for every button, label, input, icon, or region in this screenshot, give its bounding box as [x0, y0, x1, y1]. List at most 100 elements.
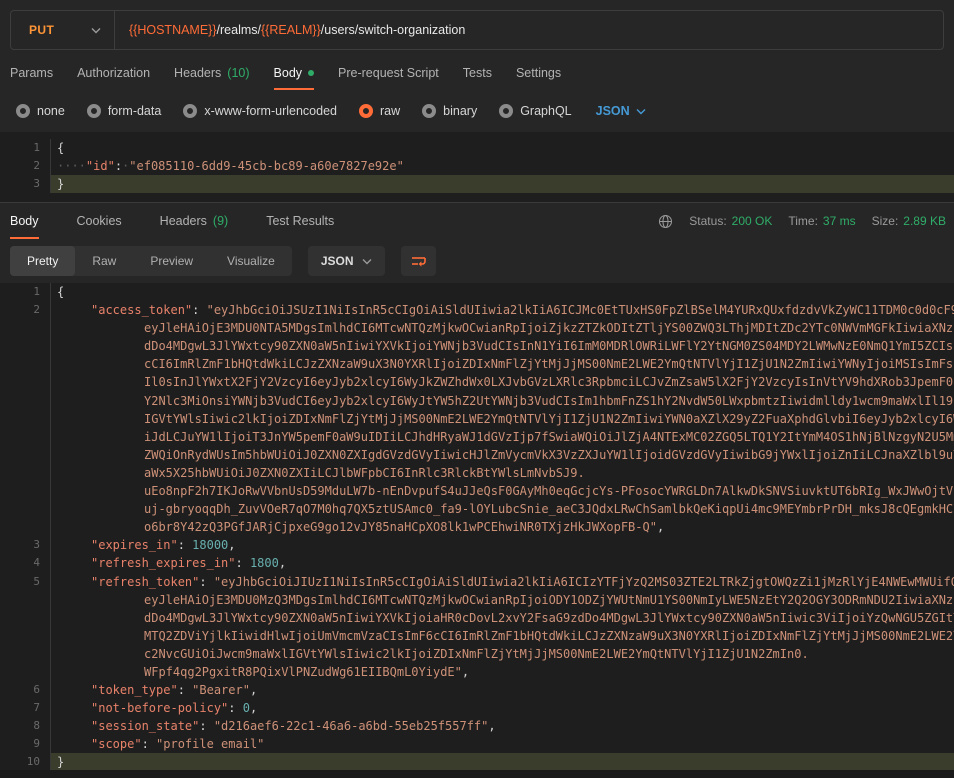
line-content: eyJleHAiOjE3MDU0MzQ3MDgsImlhdCI6MTcwNTQz… [50, 591, 954, 609]
response-tabs: Body Cookies Headers (9) Test Results [10, 203, 334, 239]
line-content: "session_state": "d216aef6-22c1-46a6-a6b… [50, 717, 954, 735]
code-line: ZWQiOnRydWUsIm5hbWUiOiJ0ZXN0ZXIgdGVzdGVy… [0, 446, 954, 464]
url-input[interactable]: {{HOSTNAME}}/realms/{{REALM}}/users/swit… [115, 23, 465, 37]
tab-label: Body [10, 214, 39, 228]
body-mode-label: GraphQL [520, 104, 571, 118]
response-tab-headers[interactable]: Headers (9) [160, 203, 229, 239]
body-mode-label: x-www-form-urlencoded [204, 104, 337, 118]
code-line: 5"refresh_token": "eyJhbGciOiJIUzI1NiIsI… [0, 573, 954, 591]
code-line: Il0sInJlYWxtX2FjY2VzcyI6eyJyb2xlcyI6WyJk… [0, 373, 954, 391]
tab-count: (10) [227, 66, 249, 80]
tab-label: Pre-request Script [338, 66, 439, 80]
body-mode-label: none [37, 104, 65, 118]
line-number [0, 500, 50, 518]
status-badge: Status: 200 OK [689, 214, 772, 228]
code-line: eyJleHAiOjE3MDU0NTA5MDgsImlhdCI6MTcwNTQz… [0, 319, 954, 337]
request-tabs: Params Authorization Headers(10) Body Pre-re… [10, 56, 561, 90]
code-line: uj-gbryoqqDh_ZuvVOeR7qO7M0hq7QX5ztUSAmc0… [0, 500, 954, 518]
body-mode-graphql[interactable]: GraphQL [499, 104, 571, 118]
size-badge: Size: 2.89 KB [872, 214, 946, 228]
tab-params[interactable]: Params [10, 56, 53, 90]
url-variable: {{REALM}} [261, 23, 321, 37]
response-header: Body Cookies Headers (9) Test Results Status… [0, 202, 954, 239]
request-body-editor[interactable]: 1{2····"id":·"ef085110-6dd9-45cb-bc89-a6… [0, 132, 954, 202]
request-url-bar: PUT {{HOSTNAME}}/realms/{{REALM}}/users/… [10, 10, 944, 50]
line-number [0, 663, 50, 681]
view-visualize[interactable]: Visualize [210, 246, 292, 276]
chevron-down-icon [636, 108, 646, 115]
request-language-dropdown[interactable]: JSON [596, 104, 646, 118]
line-content: dDo4MDgwL3JlYWxtcy90ZXN0aW5nIiwiYXVkIjoi… [50, 337, 954, 355]
line-number [0, 428, 50, 446]
line-content: eyJleHAiOjE3MDU0NTA5MDgsImlhdCI6MTcwNTQz… [50, 319, 954, 337]
time-badge: Time: 37 ms [788, 214, 855, 228]
line-number [0, 319, 50, 337]
view-raw[interactable]: Raw [75, 246, 133, 276]
response-tab-cookies[interactable]: Cookies [77, 203, 122, 239]
line-number: 9 [0, 735, 50, 753]
tab-pre-request-script[interactable]: Pre-request Script [338, 56, 439, 90]
code-line: iJdLCJuYW1lIjoiT3JnYW5pemF0aW9uIDIiLCJhd… [0, 428, 954, 446]
body-mode-raw[interactable]: raw [359, 104, 400, 118]
line-number [0, 337, 50, 355]
body-mode-label: raw [380, 104, 400, 118]
chevron-down-icon [91, 27, 101, 34]
url-variable: {{HOSTNAME}} [129, 23, 217, 37]
line-content: "access_token": "eyJhbGciOiJSUzI1NiIsInR… [50, 301, 954, 319]
line-content: } [50, 753, 954, 770]
globe-icon[interactable] [658, 214, 673, 229]
line-number: 2 [0, 301, 50, 319]
tab-tests[interactable]: Tests [463, 56, 492, 90]
line-content: c2NvcGUiOiJwcm9maWxlIGVtYWlsIiwic2lkIjoi… [50, 645, 954, 663]
view-pretty[interactable]: Pretty [10, 246, 75, 276]
line-content: iJdLCJuYW1lIjoiT3JnYW5pemF0aW9uIDIiLCJhd… [50, 428, 954, 446]
body-mode-form-data[interactable]: form-data [87, 104, 162, 118]
line-content: { [50, 139, 954, 157]
line-number [0, 591, 50, 609]
method-label: PUT [29, 23, 54, 37]
method-dropdown[interactable]: PUT [11, 11, 115, 49]
line-content: WFpf4qg2PgxitR8PQixVlPNZudWg61EIIBQmL0Yi… [50, 663, 954, 681]
response-language-dropdown[interactable]: JSON [308, 246, 385, 276]
code-line: 10} [0, 753, 954, 770]
body-mode-binary[interactable]: binary [422, 104, 477, 118]
line-content: "scope": "profile email" [50, 735, 954, 753]
code-line: Y2Nlc3MiOnsiYWNjb3VudCI6eyJyb2xlcyI6WyJt… [0, 392, 954, 410]
line-content: { [50, 283, 954, 301]
line-number [0, 373, 50, 391]
line-content: "refresh_expires_in": 1800, [50, 554, 954, 572]
code-line: c2NvcGUiOiJwcm9maWxlIGVtYWlsIiwic2lkIjoi… [0, 645, 954, 663]
response-tab-test-results[interactable]: Test Results [266, 203, 334, 239]
code-line: 3} [0, 175, 954, 193]
url-text: /realms/ [217, 23, 261, 37]
url-text: /users/switch-organization [321, 23, 466, 37]
line-number [0, 627, 50, 645]
chevron-down-icon [362, 258, 372, 265]
code-line: cCI6ImRlZmF1bHQtdWkiLCJzZXNzaW9uX3N0YXRl… [0, 355, 954, 373]
wrap-line-icon [410, 254, 427, 269]
code-line: WFpf4qg2PgxitR8PQixVlPNZudWg61EIIBQmL0Yi… [0, 663, 954, 681]
wrap-line-button[interactable] [401, 246, 436, 276]
tab-body[interactable]: Body [274, 56, 315, 90]
body-mode-label: binary [443, 104, 477, 118]
tab-label: Cookies [77, 214, 122, 228]
line-content: ····"id":·"ef085110-6dd9-45cb-bc89-a60e7… [50, 157, 954, 175]
line-content: cCI6ImRlZmF1bHQtdWkiLCJzZXNzaW9uX3N0YXRl… [50, 355, 954, 373]
tab-label: Headers [160, 214, 207, 228]
body-mode-none[interactable]: none [16, 104, 65, 118]
code-line: IGVtYWlsIiwic2lkIjoiZDIxNmFlZjYtMjJjMS00… [0, 410, 954, 428]
line-content: uj-gbryoqqDh_ZuvVOeR7qO7M0hq7QX5ztUSAmc0… [50, 500, 954, 518]
line-content: } [50, 175, 954, 193]
tab-authorization[interactable]: Authorization [77, 56, 150, 90]
code-line: 3"expires_in": 18000, [0, 536, 954, 554]
body-mode-selector: none form-data x-www-form-urlencoded raw bin… [16, 96, 646, 126]
view-preview[interactable]: Preview [133, 246, 210, 276]
body-mode-x-www-form-urlencoded[interactable]: x-www-form-urlencoded [183, 104, 337, 118]
tab-headers[interactable]: Headers(10) [174, 56, 249, 90]
line-number [0, 645, 50, 663]
tab-settings[interactable]: Settings [516, 56, 561, 90]
line-number: 1 [0, 139, 50, 157]
line-content: Il0sInJlYWxtX2FjY2VzcyI6eyJyb2xlcyI6WyJk… [50, 373, 954, 391]
response-tab-body[interactable]: Body [10, 203, 39, 239]
tab-count: (9) [213, 214, 228, 228]
